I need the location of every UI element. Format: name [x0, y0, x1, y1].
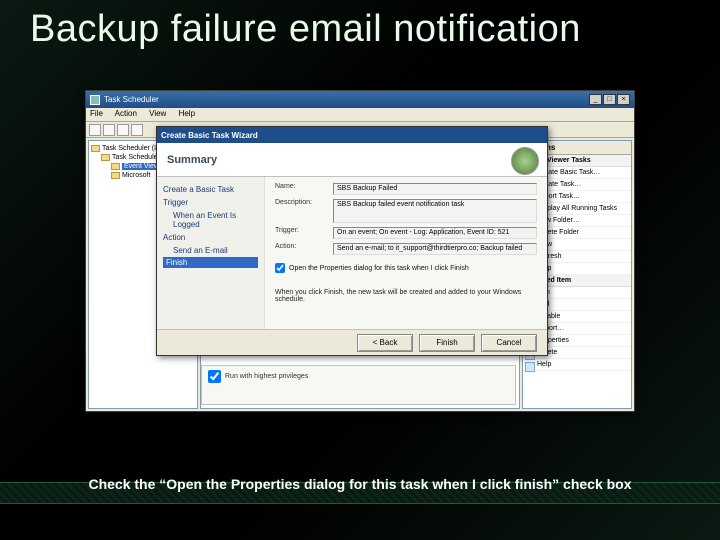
help-icon[interactable] — [131, 124, 143, 136]
back-button[interactable]: < Back — [357, 334, 413, 352]
window-title-text: Task Scheduler — [104, 95, 159, 104]
value-trigger: On an event; On event - Log: Application… — [333, 227, 537, 239]
back-icon[interactable] — [89, 124, 101, 136]
step-create[interactable]: Create a Basic Task — [163, 183, 258, 196]
step-finish[interactable]: Finish — [163, 257, 258, 268]
slide-caption: Check the “Open the Properties dialog fo… — [0, 476, 720, 492]
create-basic-task-wizard: Create Basic Task Wizard Summary Create … — [156, 126, 548, 356]
wizard-titlebar[interactable]: Create Basic Task Wizard — [157, 127, 547, 143]
menu-view[interactable]: View — [149, 109, 166, 118]
label-description: Description: — [275, 199, 333, 223]
action-help-2[interactable]: Help — [523, 359, 631, 371]
value-description: SBS Backup failed event notification tas… — [333, 199, 537, 223]
minimize-button[interactable]: _ — [589, 94, 602, 105]
wizard-header: Summary — [157, 143, 547, 177]
properties-fragment: Run with highest privileges — [201, 365, 516, 405]
cancel-button[interactable]: Cancel — [481, 334, 537, 352]
app-icon — [90, 95, 100, 105]
task-scheduler-window: Task Scheduler _ □ × File Action View He… — [85, 90, 635, 412]
wizard-steps: Create a Basic Task Trigger When an Even… — [157, 177, 265, 329]
finish-button[interactable]: Finish — [419, 334, 475, 352]
task-scheduler-titlebar[interactable]: Task Scheduler _ □ × — [86, 91, 634, 108]
open-properties-label: Open the Properties dialog for this task… — [289, 265, 469, 272]
menu-file[interactable]: File — [90, 109, 103, 118]
forward-icon[interactable] — [103, 124, 115, 136]
refresh-icon[interactable] — [117, 124, 129, 136]
label-name: Name: — [275, 183, 333, 195]
menu-bar: File Action View Help — [86, 108, 634, 122]
step-trigger[interactable]: Trigger — [163, 196, 258, 209]
wizard-note: When you click Finish, the new task will… — [275, 289, 537, 303]
menu-action[interactable]: Action — [115, 109, 137, 118]
open-properties-checkbox-row[interactable]: Open the Properties dialog for this task… — [275, 263, 537, 273]
step-when[interactable]: When an Event Is Logged — [163, 209, 258, 231]
open-properties-checkbox[interactable] — [275, 263, 285, 273]
menu-help[interactable]: Help — [179, 109, 195, 118]
wizard-footer: < Back Finish Cancel — [157, 329, 547, 355]
maximize-button[interactable]: □ — [603, 94, 616, 105]
wizard-content: Name: SBS Backup Failed Description: SBS… — [265, 177, 547, 329]
highest-privileges-label: Run with highest privileges — [225, 373, 308, 380]
label-trigger: Trigger: — [275, 227, 333, 239]
close-button[interactable]: × — [617, 94, 630, 105]
value-action: Send an e-mail; to it_support@thirdtierp… — [333, 243, 537, 255]
step-send[interactable]: Send an E-mail — [163, 244, 258, 257]
slide-title: Backup failure email notification — [30, 8, 581, 51]
highest-privileges-checkbox[interactable] — [208, 370, 221, 383]
step-action[interactable]: Action — [163, 231, 258, 244]
label-action: Action: — [275, 243, 333, 255]
value-name: SBS Backup Failed — [333, 183, 537, 195]
